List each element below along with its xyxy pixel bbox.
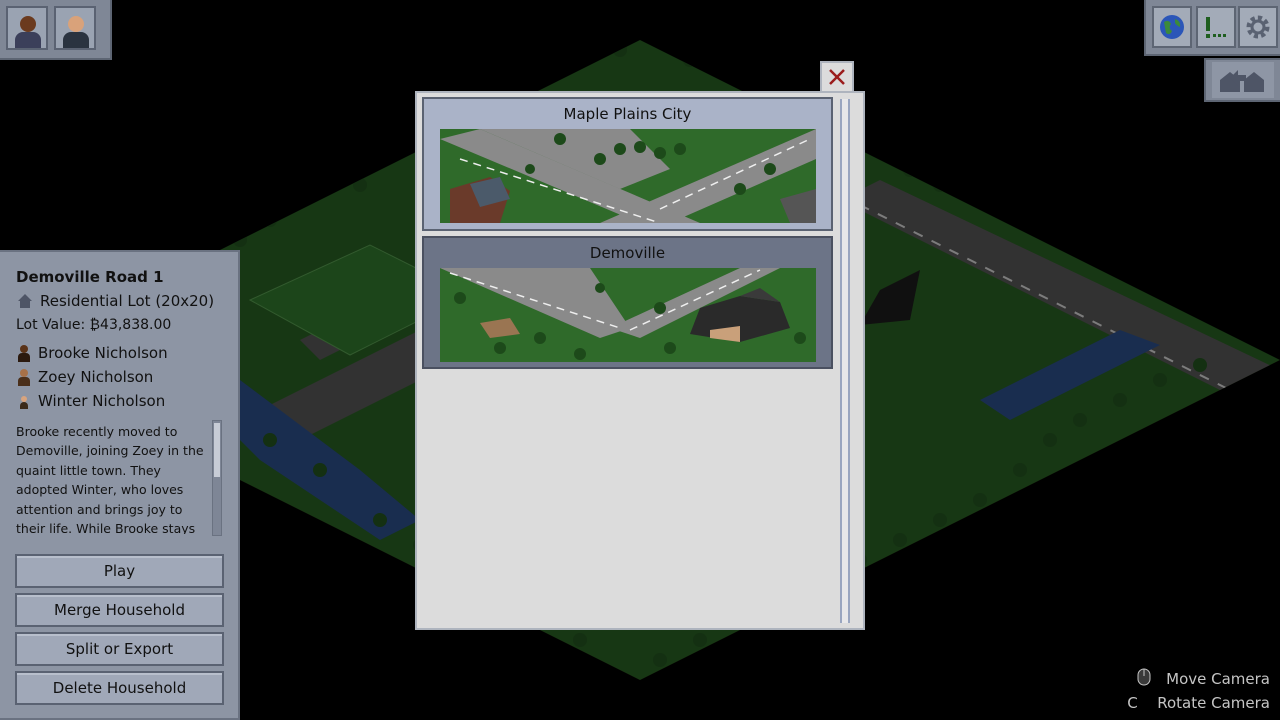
alert-icon — [1206, 17, 1226, 38]
city-thumbnail — [440, 129, 816, 223]
portrait-body — [15, 32, 41, 48]
split-export-button[interactable]: Split or Export — [15, 632, 224, 666]
sim-avatar-icon — [16, 344, 32, 362]
household-description: Brooke recently moved to Demoville, join… — [16, 424, 204, 534]
city-list-scrollbar[interactable] — [840, 99, 850, 623]
avatar-body — [18, 377, 30, 386]
close-button[interactable] — [820, 61, 854, 91]
top-right-toolbar-2 — [1204, 58, 1280, 102]
lot-info-panel: Demoville Road 1 Residential Lot (20x20)… — [0, 250, 240, 720]
lot-type: Residential Lot (20x20) — [16, 292, 214, 310]
alerts-button[interactable] — [1196, 6, 1236, 48]
settings-button[interactable] — [1238, 6, 1278, 48]
sim-avatar-icon — [16, 368, 32, 386]
move-camera-label: Move Camera — [1166, 670, 1270, 688]
city-name: Maple Plains City — [563, 105, 692, 123]
avatar-body — [18, 353, 30, 362]
avatar-head — [20, 369, 28, 377]
mouse-icon — [1136, 668, 1166, 690]
sim-avatar-icon — [16, 392, 32, 410]
portrait-head — [68, 16, 84, 32]
sim-portrait-2[interactable] — [54, 6, 96, 50]
avatar-head — [20, 345, 28, 353]
lot-value: Lot Value: ₿43,838.00 — [16, 317, 172, 333]
avatar-body — [20, 402, 28, 409]
close-icon — [829, 69, 845, 85]
move-household-icon — [1220, 70, 1264, 92]
sim-portrait-1[interactable] — [6, 6, 48, 50]
description-scrollbar[interactable] — [212, 420, 222, 536]
game-screen: Demoville Road 1 Residential Lot (20x20)… — [0, 0, 1280, 720]
scrollbar-thumb[interactable] — [214, 423, 220, 477]
globe-button[interactable] — [1152, 6, 1192, 48]
delete-household-button[interactable]: Delete Household — [15, 671, 224, 705]
city-card[interactable]: Maple Plains City — [422, 97, 833, 231]
rotate-camera-hint: C Rotate Camera — [1127, 694, 1270, 712]
household-member[interactable]: Brooke Nicholson — [16, 344, 168, 362]
member-name: Zoey Nicholson — [38, 368, 154, 386]
rotate-camera-label: Rotate Camera — [1157, 694, 1270, 712]
top-right-toolbar — [1144, 0, 1280, 56]
play-button[interactable]: Play — [15, 554, 224, 588]
portrait-head — [20, 16, 36, 32]
portrait-body — [63, 32, 89, 48]
city-card[interactable]: Demoville — [422, 236, 833, 369]
household-member[interactable]: Zoey Nicholson — [16, 368, 153, 386]
member-name: Winter Nicholson — [38, 392, 166, 410]
household-member[interactable]: Winter Nicholson — [16, 392, 165, 410]
move-camera-hint: Move Camera — [1136, 668, 1270, 690]
house-icon — [18, 294, 32, 308]
household-portraits — [0, 0, 112, 60]
city-thumbnail — [440, 268, 816, 362]
gear-icon — [1246, 15, 1270, 39]
city-name: Demoville — [589, 244, 666, 262]
member-name: Brooke Nicholson — [38, 344, 168, 362]
globe-icon — [1160, 15, 1184, 39]
rotate-key: C — [1127, 694, 1138, 712]
move-household-button[interactable] — [1212, 62, 1274, 98]
lot-type-label: Residential Lot (20x20) — [40, 292, 215, 310]
merge-household-button[interactable]: Merge Household — [15, 593, 224, 627]
lot-title: Demoville Road 1 — [16, 268, 164, 286]
